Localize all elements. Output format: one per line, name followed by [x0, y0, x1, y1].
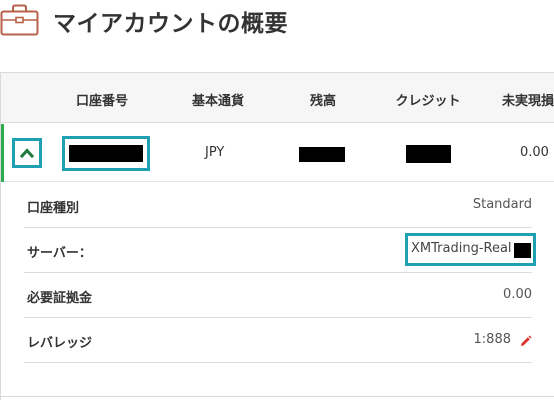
column-header-balance: 残高: [309, 94, 337, 109]
column-header-unrealized: 未実現損: [501, 94, 554, 109]
pencil-icon[interactable]: [519, 333, 532, 346]
redacted-credit: [406, 145, 451, 163]
margin-label: 必要証拠金: [27, 291, 93, 306]
expand-toggle-button[interactable]: [12, 138, 42, 168]
column-header-credit: クレジット: [395, 94, 461, 109]
column-header-account-number: 口座番号: [75, 94, 129, 109]
server-label: サーバー：: [27, 246, 92, 261]
margin-value: 0.00: [503, 287, 532, 302]
account-panel: 口座番号 基本通貨 残高 クレジット 未実現損 JPY 0.00 口座種別 St…: [0, 72, 554, 400]
leverage-value: 1:888: [473, 332, 511, 347]
table-header: 口座番号 基本通貨 残高 クレジット 未実現損: [1, 73, 554, 123]
account-type-value: Standard: [472, 197, 532, 212]
page-title: マイアカウントの概要: [53, 11, 288, 37]
briefcase-icon: [0, 3, 40, 37]
redacted-server-suffix: [514, 243, 531, 258]
detail-row-margin: 必要証拠金 0.00: [24, 273, 532, 318]
page-header: マイアカウントの概要: [0, 0, 554, 42]
redacted-account-number: [69, 145, 143, 162]
row-accent-bar: [1, 124, 4, 182]
server-value-box: XMTrading-Real: [405, 233, 536, 266]
redacted-balance: [299, 147, 345, 162]
account-type-label: 口座種別: [27, 201, 80, 216]
account-details: 口座種別 Standard サーバー： XMTrading-Real 必要証拠金…: [1, 183, 554, 400]
detail-row-server: サーバー： XMTrading-Real: [24, 228, 536, 273]
detail-row-account-type: 口座種別 Standard: [24, 183, 532, 228]
column-header-base-currency: 基本通貨: [191, 94, 245, 109]
account-number-cell: [62, 136, 150, 171]
unrealized-cell: 0.00: [520, 145, 549, 160]
detail-row-leverage: レバレッジ 1:888: [24, 318, 532, 363]
currency-cell: JPY: [205, 145, 225, 160]
panel-bottom-border: [1, 396, 554, 397]
server-value: XMTrading-Real: [411, 241, 512, 256]
leverage-label: レバレッジ: [27, 336, 93, 351]
table-row: JPY 0.00: [1, 124, 554, 182]
